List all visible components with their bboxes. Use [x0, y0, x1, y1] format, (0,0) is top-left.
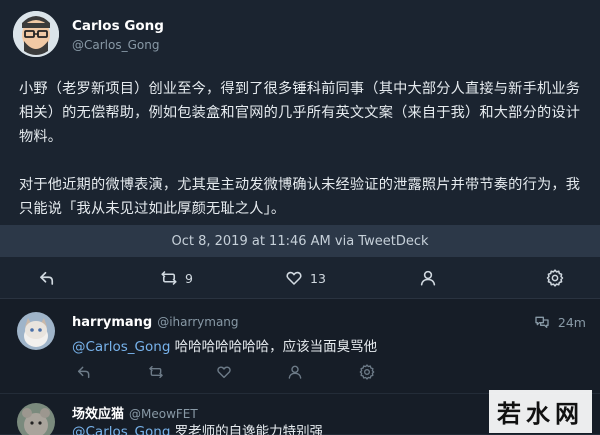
like-button[interactable]: 13	[285, 257, 326, 299]
settings-button[interactable]	[546, 257, 564, 299]
site-watermark: 若水网	[489, 390, 592, 433]
reply-avatar[interactable]	[17, 403, 55, 435]
like-icon	[217, 366, 231, 379]
like-count: 13	[310, 270, 326, 286]
reply-user-button[interactable]	[287, 364, 303, 384]
tweet-action-bar: 9 13	[0, 257, 600, 299]
tweet-body: 小野（老罗新项目）创业至今，得到了很多锤科前同事（其中大部分人直接与新手机业务相…	[19, 77, 589, 221]
tweet-paragraph: 对于他近期的微博表演，尤其是主动发微博确认未经验证的泄露照片并带节奏的行为，我只…	[19, 177, 581, 217]
retweet-icon	[149, 365, 163, 379]
reply-avatar[interactable]	[17, 312, 55, 350]
reply-settings-button[interactable]	[359, 364, 375, 384]
reply-meta: 24m	[534, 314, 586, 330]
reply-author-name[interactable]: harrymang	[72, 315, 152, 330]
author-name[interactable]: Carlos Gong	[72, 18, 164, 34]
settings-icon	[359, 364, 375, 380]
author-avatar[interactable]	[13, 11, 59, 57]
tweet-thread: Carlos Gong @Carlos_Gong 小野（老罗新项目）创业至今，得…	[0, 0, 600, 435]
user-icon	[420, 270, 436, 286]
like-icon	[286, 271, 302, 285]
reply-item[interactable]: harrymang @iharrymang @Carlos_Gong 哈哈哈哈哈哈…	[0, 300, 600, 394]
reply-author[interactable]: harrymang @iharrymang	[72, 315, 239, 330]
retweet-icon	[161, 271, 177, 285]
reply-icon	[40, 271, 54, 285]
tweet-paragraph: 小野（老罗新项目）创业至今，得到了很多锤科前同事（其中大部分人直接与新手机业务相…	[19, 81, 581, 145]
reply-body: 哈哈哈哈哈哈哈，应该当面臭骂他	[170, 339, 378, 355]
reply-body: 罗老师的自谗能力特别强	[170, 424, 324, 435]
reply-mention[interactable]: @Carlos_Gong	[72, 339, 170, 355]
reply-button[interactable]	[38, 257, 56, 299]
author-handle[interactable]: @Carlos_Gong	[72, 38, 159, 52]
reply-author-handle[interactable]: @iharrymang	[157, 315, 238, 329]
reply-action-bar	[72, 364, 382, 384]
tweet-timestamp[interactable]: Oct 8, 2019 at 11:46 AM via TweetDeck	[0, 225, 600, 257]
user-actions-button[interactable]	[419, 257, 437, 299]
main-tweet: Carlos Gong @Carlos_Gong 小野（老罗新项目）创业至今，得…	[0, 0, 600, 225]
reply-mention[interactable]: @Carlos_Gong	[72, 424, 170, 435]
reply-reply-button[interactable]	[76, 364, 92, 384]
retweet-button[interactable]: 9	[160, 257, 193, 299]
retweet-count: 9	[185, 270, 193, 286]
reply-retweet-button[interactable]	[148, 364, 164, 384]
reply-text: @Carlos_Gong 罗老师的自谗能力特别强	[72, 420, 323, 435]
user-icon	[288, 365, 302, 379]
reply-like-button[interactable]	[216, 364, 232, 384]
reply-text: @Carlos_Gong 哈哈哈哈哈哈哈，应该当面臭骂他	[72, 335, 377, 355]
reply-author-handle[interactable]: @MeowFET	[129, 407, 198, 421]
reply-icon	[77, 366, 90, 379]
conversation-icon[interactable]	[534, 314, 550, 330]
reply-time[interactable]: 24m	[558, 315, 586, 330]
settings-icon	[546, 269, 564, 287]
